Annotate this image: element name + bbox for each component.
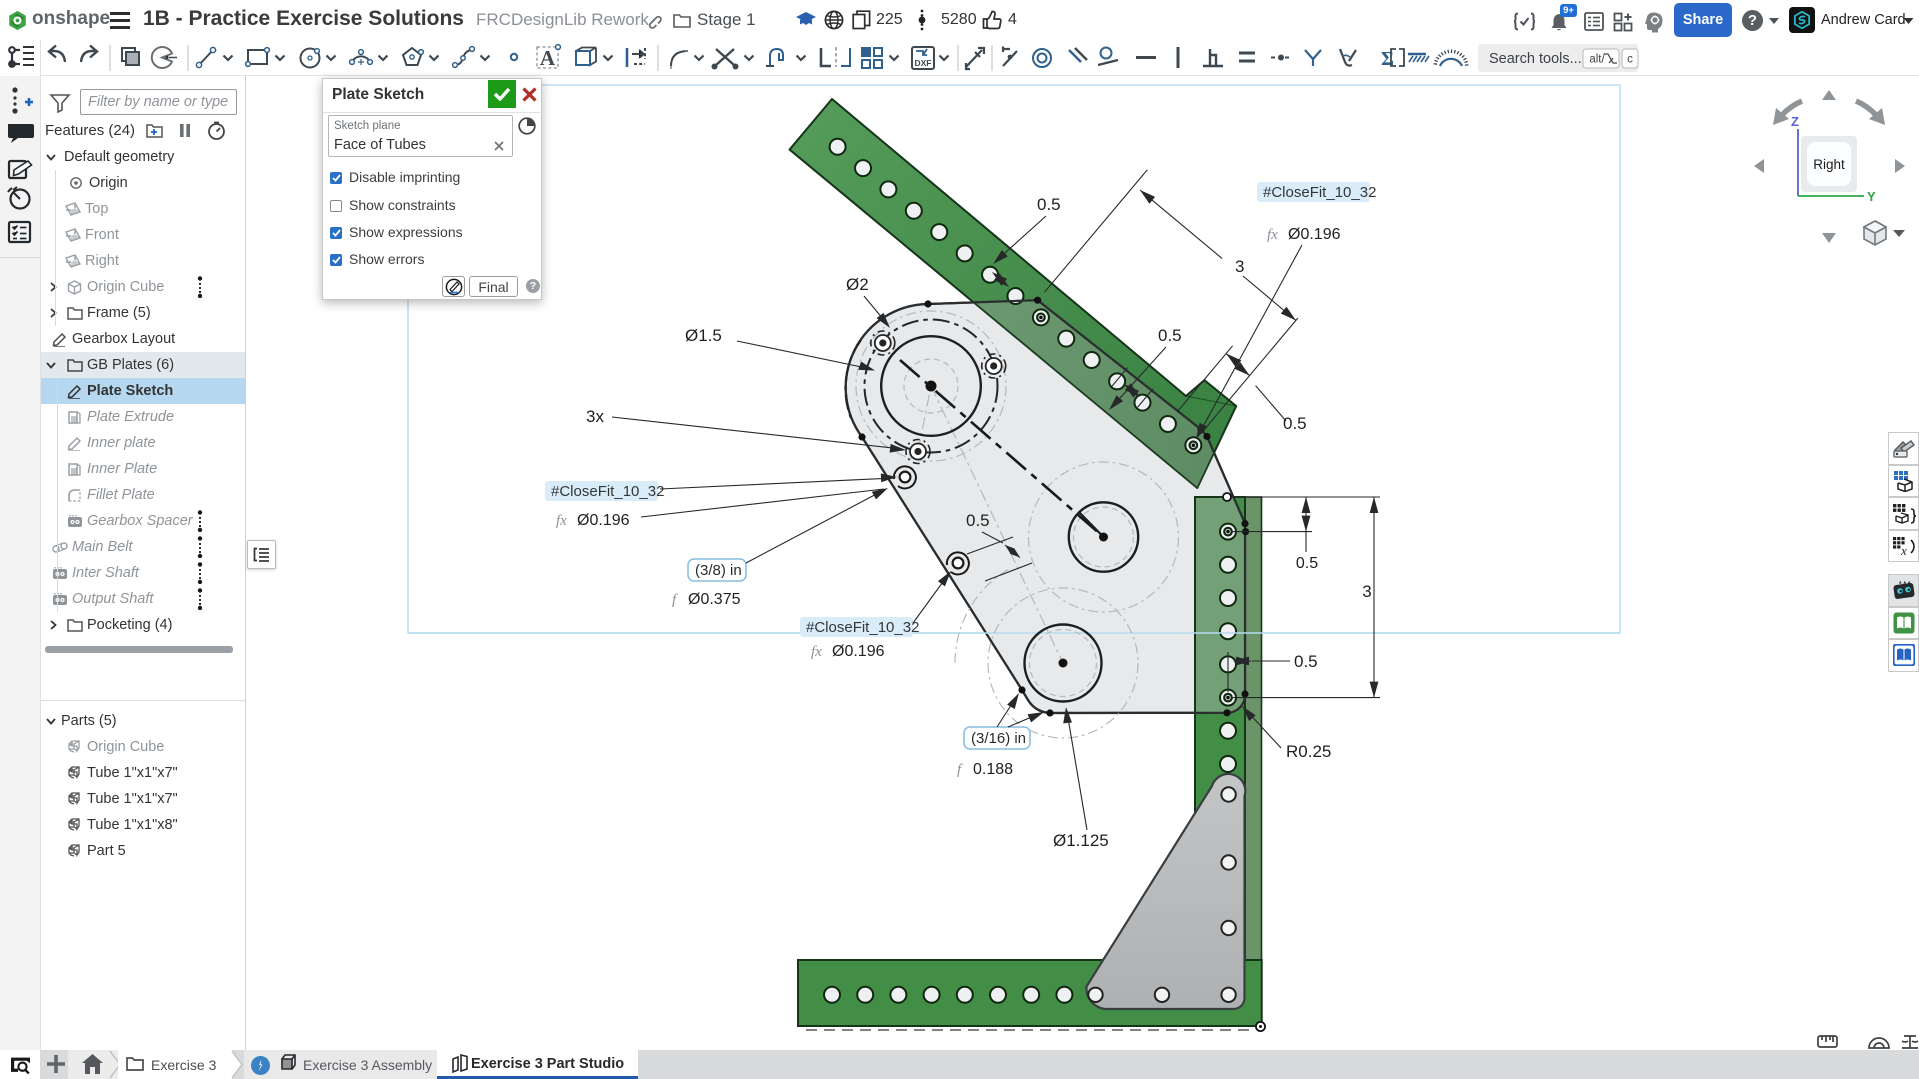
svg-text:Ø1.125: Ø1.125: [1053, 831, 1109, 850]
svg-text:Y: Y: [1867, 189, 1876, 204]
svg-text:Ø0.196: Ø0.196: [832, 643, 885, 660]
svg-text:0.188: 0.188: [973, 761, 1013, 778]
svg-text:#CloseFit_10_32: #CloseFit_10_32: [806, 619, 919, 636]
svg-text:fx: fx: [556, 513, 567, 529]
svg-text:0.5: 0.5: [1294, 652, 1318, 671]
svg-text:fx: fx: [1267, 227, 1278, 243]
svg-text:3: 3: [1235, 257, 1244, 276]
svg-text:0.5: 0.5: [1158, 326, 1182, 345]
svg-text:x: x: [1900, 543, 1907, 557]
svg-text:DXF: DXF: [915, 58, 932, 68]
svg-text:0.5: 0.5: [1296, 555, 1318, 572]
svg-text:fx: fx: [811, 644, 822, 660]
svg-text:Ø0.375: Ø0.375: [688, 591, 741, 608]
svg-text:R0.25: R0.25: [1286, 742, 1331, 761]
svg-text:Ø1.5: Ø1.5: [685, 326, 722, 345]
svg-text:A: A: [540, 46, 556, 70]
svg-text:Z: Z: [1791, 114, 1799, 129]
svg-text:0.5: 0.5: [966, 511, 990, 530]
svg-text:Ø0.196: Ø0.196: [1288, 226, 1341, 243]
svg-text:(3/16) in: (3/16) in: [971, 730, 1026, 747]
svg-text:3: 3: [1362, 582, 1371, 601]
svg-text:0.5: 0.5: [1283, 414, 1307, 433]
svg-text:(3/8) in: (3/8) in: [695, 562, 742, 579]
svg-text:#CloseFit_10_32: #CloseFit_10_32: [551, 483, 664, 500]
svg-text:alt/: alt/: [1589, 54, 1605, 66]
svg-text:Search tools...: Search tools...: [1489, 51, 1582, 67]
svg-text:f: f: [672, 592, 678, 608]
svg-text:#CloseFit_10_32: #CloseFit_10_32: [1263, 184, 1376, 201]
svg-text:f: f: [957, 762, 963, 778]
svg-text:c: c: [1627, 54, 1633, 66]
svg-text:Right: Right: [1813, 157, 1845, 172]
svg-text:Ø2: Ø2: [846, 275, 869, 294]
svg-text:3x: 3x: [586, 407, 604, 426]
svg-text:0.5: 0.5: [1037, 195, 1061, 214]
svg-text:Ø0.196: Ø0.196: [577, 512, 630, 529]
svg-text:▲▲▲: ▲▲▲: [1898, 580, 1911, 585]
